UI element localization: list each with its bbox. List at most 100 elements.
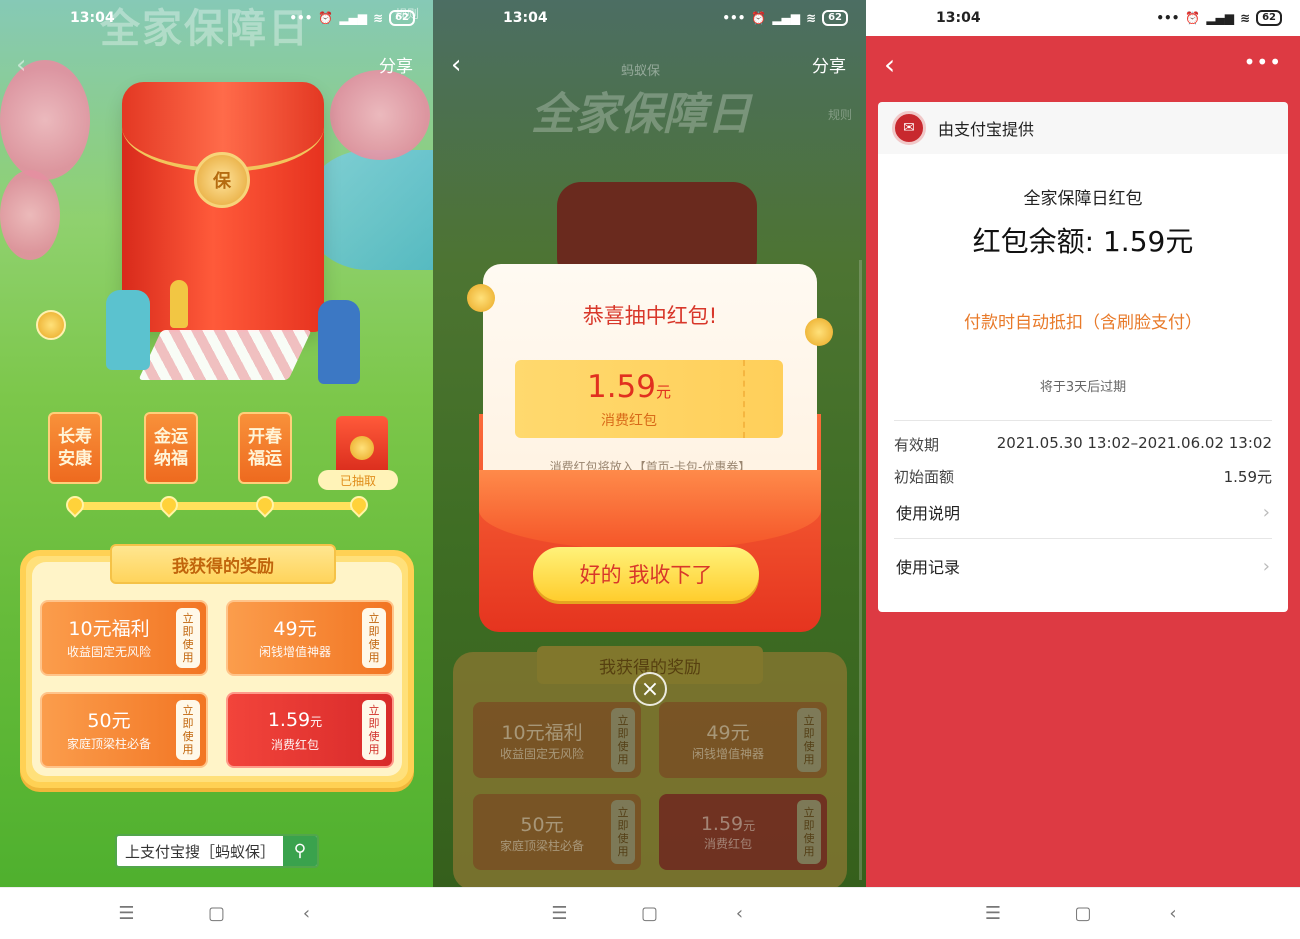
alipay-envelope-icon: ✉ (892, 111, 926, 145)
home-icon[interactable]: ▢ (640, 903, 660, 924)
back-icon[interactable]: ‹ (730, 903, 750, 924)
status-bar: 13:04 ••• ⏰ ▂▄▆ ≋ 62 (433, 0, 866, 36)
reward-card[interactable]: 1.59元 消费红包 立即使用 (226, 692, 394, 768)
close-icon[interactable]: × (633, 672, 667, 706)
picnic-blanket (138, 330, 312, 380)
home-icon[interactable]: ▢ (1073, 903, 1093, 924)
status-time: 13:04 (70, 10, 115, 26)
alarm-icon: ⏰ (1185, 11, 1201, 25)
battery-icon: 62 (1256, 10, 1282, 26)
menu-icon[interactable]: ☰ (117, 903, 137, 924)
wifi-icon: ≋ (806, 11, 817, 25)
more-dots-icon: ••• (289, 11, 313, 25)
claimed-envelope-icon[interactable] (336, 416, 388, 476)
rewards-title: 我获得的奖励 (110, 544, 336, 584)
search-hint: 上支付宝搜［蚂蚁保］ (124, 842, 275, 861)
back-icon[interactable]: ‹ (297, 903, 317, 924)
back-arrow-icon[interactable]: ‹ (451, 50, 461, 80)
brand-label: 蚂蚁保 (621, 64, 661, 79)
more-dots-icon: ••• (1156, 11, 1180, 25)
claimed-badge: 已抽取 (318, 470, 398, 490)
father-figure (318, 300, 360, 384)
usage-instructions-link[interactable]: 使用说明 › (896, 492, 1270, 532)
home-icon[interactable]: ▢ (207, 903, 227, 924)
activity-scene-dimmed: ‹ 分享 蚂蚁保 全家保障日 规则 我获得的奖励 10元福利 收益固定无风险 立即… (433, 0, 866, 890)
child-figure (170, 280, 188, 328)
expiry-note: 将于3天后过期 (1039, 380, 1127, 395)
provider-header: ✉ 由支付宝提供 (878, 102, 1288, 154)
progress-node (62, 492, 88, 518)
chevron-right-icon: › (1262, 555, 1270, 577)
more-options-icon[interactable]: ••• (1244, 50, 1282, 74)
activity-title: 全家保障日 (531, 89, 751, 140)
share-button[interactable]: 分享 (812, 52, 846, 77)
search-icon[interactable]: ⚲ (283, 836, 317, 866)
use-now-button[interactable]: 立即使用 (176, 608, 200, 668)
coupon-balance: 红包余额: 1.59元 (972, 225, 1194, 258)
coin-icon (36, 310, 66, 340)
coupon-detail-page: ‹ ••• ✉ 由支付宝提供 全家保障日红包 红包余额: 1.59元 付款时自动… (866, 0, 1300, 887)
signal-icon: ▂▄▆ (772, 11, 801, 25)
rules-tab[interactable]: 规则 (395, 5, 419, 22)
blessing-tags: 长寿安康 金运纳福 开春福运 已抽取 (48, 412, 398, 490)
back-arrow-icon[interactable]: ‹ (16, 50, 26, 80)
rewards-panel: 我获得的奖励 10元福利 收益固定无风险 立即使用 49元 闲钱增值神器 立即使用 … (20, 544, 414, 788)
blossom-tree (0, 170, 60, 260)
accept-button[interactable]: 好的 我收下了 (533, 547, 759, 601)
menu-icon[interactable]: ☰ (550, 903, 570, 924)
wifi-icon: ≋ (1240, 11, 1251, 25)
blessing-tag[interactable]: 金运纳福 (144, 412, 198, 484)
blessing-tag[interactable]: 长寿安康 (48, 412, 102, 484)
use-now-button[interactable]: 立即使用 (362, 700, 386, 760)
scrollbar[interactable] (859, 260, 862, 880)
coupon-ticket: 1.59元 消费红包 (515, 360, 783, 438)
share-button[interactable]: 分享 (379, 52, 413, 77)
wifi-icon: ≋ (373, 11, 384, 25)
status-time: 13:04 (503, 10, 548, 26)
alarm-icon: ⏰ (751, 11, 767, 25)
coin-icon (805, 318, 833, 346)
use-now-button[interactable]: 立即使用 (176, 700, 200, 760)
alarm-icon: ⏰ (318, 11, 334, 25)
system-nav-bar: ☰ ▢ ‹ (0, 887, 433, 939)
menu-icon[interactable]: ☰ (983, 903, 1003, 924)
status-bar: 13:04 ••• ⏰ ▂▄▆ ≋ 62 (0, 0, 433, 36)
blessing-tag[interactable]: 开春福运 (238, 412, 292, 484)
status-time: 13:04 (936, 10, 981, 26)
chevron-right-icon: › (1262, 501, 1270, 523)
coupon-detail-card: 全家保障日红包 红包余额: 1.59元 付款时自动抵扣（含刷脸支付） 将于3天后… (878, 154, 1288, 612)
system-nav-bar: ☰ ▢ ‹ (866, 887, 1300, 939)
activity-scene: 全家保障日 规则 ‹ 分享 保 长寿安康 金运纳福 开春福运 已抽取 我获得的奖… (0, 0, 433, 887)
envelope-seal: 保 (194, 152, 250, 208)
reward-card: 10元福利 收益固定无风险 立即使用 (473, 702, 641, 778)
provider-label: 由支付宝提供 (938, 120, 1035, 139)
reward-card[interactable]: 50元 家庭顶梁柱必备 立即使用 (40, 692, 208, 768)
back-icon[interactable]: ‹ (1163, 903, 1183, 924)
phone-screen-prize-modal: ‹ 分享 蚂蚁保 全家保障日 规则 我获得的奖励 10元福利 收益固定无风险 立即… (433, 0, 866, 939)
reward-card[interactable]: 10元福利 收益固定无风险 立即使用 (40, 600, 208, 676)
battery-icon: 62 (822, 10, 848, 26)
back-arrow-icon[interactable]: ‹ (884, 48, 895, 81)
mother-figure (106, 290, 150, 370)
system-nav-bar: ☰ ▢ ‹ (433, 887, 866, 939)
more-dots-icon: ••• (722, 11, 746, 25)
reward-card: 49元 闲钱增值神器 立即使用 (659, 702, 827, 778)
rules-tab[interactable]: 规则 (828, 106, 852, 123)
red-envelope-illustration: 保 (122, 82, 324, 332)
reward-card[interactable]: 49元 闲钱增值神器 立即使用 (226, 600, 394, 676)
progress-node (346, 492, 372, 518)
coupon-amount: 1.59 (586, 368, 656, 405)
prize-envelope-flap (479, 470, 821, 550)
coin-icon (467, 284, 495, 312)
phone-screen-coupon-detail: ‹ ••• ✉ 由支付宝提供 全家保障日红包 红包余额: 1.59元 付款时自动… (866, 0, 1300, 939)
status-bar: 13:04 ••• ⏰ ▂▄▆ ≋ 62 (866, 0, 1300, 36)
reward-card: 50元 家庭顶梁柱必备 立即使用 (473, 794, 641, 870)
progress-node (156, 492, 182, 518)
usage-records-link[interactable]: 使用记录 › (896, 546, 1270, 586)
use-now-button[interactable]: 立即使用 (362, 608, 386, 668)
search-banner[interactable]: 上支付宝搜［蚂蚁保］ ⚲ (115, 834, 319, 868)
phone-screen-activity: 全家保障日 规则 ‹ 分享 保 长寿安康 金运纳福 开春福运 已抽取 我获得的奖… (0, 0, 433, 939)
prize-title: 恭喜抽中红包! (582, 304, 718, 328)
auto-deduct-note: 付款时自动抵扣（含刷脸支付） (964, 313, 1202, 333)
initial-amount-row: 初始面额 1.59元 (894, 468, 1272, 486)
